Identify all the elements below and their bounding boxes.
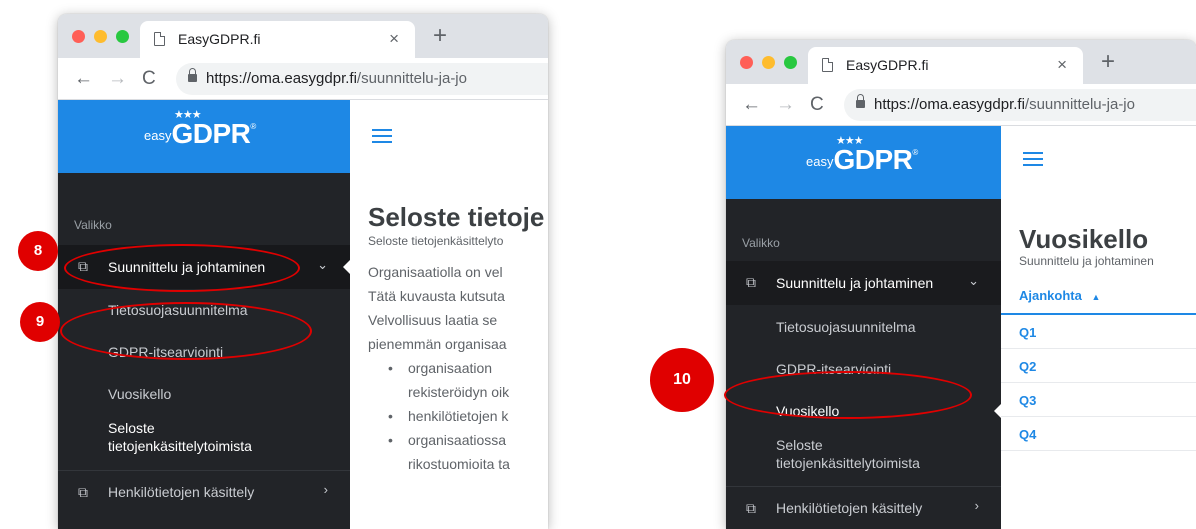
tab-close-icon[interactable]: × [1057, 55, 1067, 75]
step-badge-9: 9 [20, 302, 60, 342]
intro-paragraph: Organisaatiolla on vel Tätä kuvausta kut… [368, 264, 507, 352]
close-window-button[interactable] [72, 30, 85, 43]
close-window-button[interactable] [740, 56, 753, 69]
forward-arrow-icon[interactable]: → [776, 94, 795, 116]
chevron-down-icon: ⌄ [317, 257, 328, 272]
app-content: ★★★ easyGDPR® Valikko ⧉ Suunnittelu ja j… [726, 126, 1196, 529]
list-item: organisaatiossa [388, 428, 510, 452]
easygdpr-logo[interactable]: ★★★ easyGDPR® [806, 135, 918, 176]
tab-title: EasyGDPR.fi [846, 57, 929, 73]
main-panel: Seloste tietoje Seloste tietojenkäsittel… [350, 100, 548, 529]
step-badge-8: 8 [18, 231, 58, 271]
page-title: Vuosikello [1019, 224, 1149, 254]
stars-icon: ★★★ [174, 109, 202, 121]
chevron-right-icon: › [323, 482, 328, 497]
browser-tab[interactable]: EasyGDPR.fi × [140, 21, 415, 58]
table-row[interactable]: Q4 [1001, 417, 1196, 451]
menu-title: Valikko [742, 236, 780, 250]
sort-ascending-icon: ▲ [1091, 292, 1101, 302]
sidebar: ★★★ easyGDPR® Valikko ⧉ Suunnittelu ja j… [726, 126, 1001, 529]
stars-icon: ★★★ [836, 135, 864, 147]
sidebar-item-seloste[interactable]: Seloste tietojenkäsittelytoimista [726, 432, 1001, 486]
step-badge-10: 10 [650, 348, 714, 412]
sidebar-item-henkilotietojen-kasittely[interactable]: ⧉ Henkilötietojen käsittely › [58, 470, 350, 512]
documents-icon: ⧉ [746, 274, 756, 290]
maximize-window-button[interactable] [116, 30, 129, 43]
tab-close-icon[interactable]: × [389, 29, 399, 49]
reload-icon[interactable]: C [142, 68, 156, 90]
address-bar[interactable]: https://oma.easygdpr.fi/suunnittelu-ja-j… [844, 89, 1196, 121]
table-row[interactable]: Q1 [1001, 315, 1196, 349]
reload-icon[interactable]: C [810, 94, 824, 116]
minimize-window-button[interactable] [762, 56, 775, 69]
browser-toolbar: ← → C https://oma.easygdpr.fi/suunnittel… [58, 58, 548, 100]
back-arrow-icon[interactable]: ← [742, 94, 761, 116]
breadcrumb: Suunnittelu ja johtaminen [1019, 254, 1154, 268]
brand-header: ★★★ easyGDPR® [726, 126, 1001, 199]
hamburger-menu-icon[interactable] [1023, 152, 1043, 166]
chevron-down-icon: ⌄ [968, 273, 979, 288]
forward-arrow-icon[interactable]: → [108, 68, 127, 90]
maximize-window-button[interactable] [784, 56, 797, 69]
documents-icon: ⧉ [78, 484, 88, 500]
url-text: https://oma.easygdpr.fi/suunnittelu-ja-j… [874, 96, 1135, 113]
browser-toolbar: ← → C https://oma.easygdpr.fi/suunnittel… [726, 84, 1196, 126]
page-icon [822, 58, 833, 72]
sidebar-item-henkilotietojen-kasittely[interactable]: ⧉ Henkilötietojen käsittely › [726, 486, 1001, 528]
sidebar-item-vuosikello[interactable]: Vuosikello [58, 373, 350, 415]
list-item: organisaation [388, 356, 510, 380]
tab-bar: EasyGDPR.fi × + [726, 40, 1196, 84]
sidebar-item-seloste[interactable]: Seloste tietojenkäsittelytoimista [58, 415, 350, 469]
documents-icon: ⧉ [746, 500, 756, 516]
highlight-ellipse-10 [724, 371, 972, 419]
sidebar-item-suunnittelu[interactable]: ⧉ Suunnittelu ja johtaminen ⌄ [726, 261, 1001, 305]
list-item: henkilötietojen k [388, 404, 510, 428]
page-icon [154, 32, 165, 46]
tab-title: EasyGDPR.fi [178, 31, 261, 47]
browser-window-2: EasyGDPR.fi × + ← → C https://oma.easygd… [726, 40, 1196, 529]
new-tab-button[interactable]: + [1101, 48, 1115, 76]
sidebar-item-tietosuojasuunnitelma[interactable]: Tietosuojasuunnitelma [726, 306, 1001, 348]
hamburger-menu-icon[interactable] [372, 129, 392, 143]
easygdpr-logo[interactable]: ★★★ easyGDPR® [144, 109, 256, 150]
column-header-ajankohta[interactable]: Ajankohta ▲ [1019, 288, 1100, 303]
tab-bar: EasyGDPR.fi × + [58, 14, 548, 58]
chevron-right-icon: › [974, 498, 979, 513]
bullet-list: organisaation rekisteröidyn oik henkilöt… [388, 356, 510, 476]
minimize-window-button[interactable] [94, 30, 107, 43]
menu-title: Valikko [74, 218, 112, 232]
highlight-ellipse-8 [64, 244, 300, 292]
main-panel: Vuosikello Suunnittelu ja johtaminen Aja… [1001, 126, 1196, 529]
back-arrow-icon[interactable]: ← [74, 68, 93, 90]
page-title: Seloste tietoje [368, 202, 545, 232]
lock-icon [856, 94, 865, 108]
highlight-ellipse-9 [60, 302, 312, 360]
browser-tab[interactable]: EasyGDPR.fi × [808, 47, 1083, 84]
new-tab-button[interactable]: + [433, 22, 447, 50]
lock-icon [188, 68, 197, 82]
url-text: https://oma.easygdpr.fi/suunnittelu-ja-j… [206, 70, 467, 87]
address-bar[interactable]: https://oma.easygdpr.fi/suunnittelu-ja-j… [176, 63, 548, 95]
table-row[interactable]: Q3 [1001, 383, 1196, 417]
table-row[interactable]: Q2 [1001, 349, 1196, 383]
brand-header: ★★★ easyGDPR® [58, 100, 350, 173]
breadcrumb: Seloste tietojenkäsittelyto [368, 234, 504, 248]
